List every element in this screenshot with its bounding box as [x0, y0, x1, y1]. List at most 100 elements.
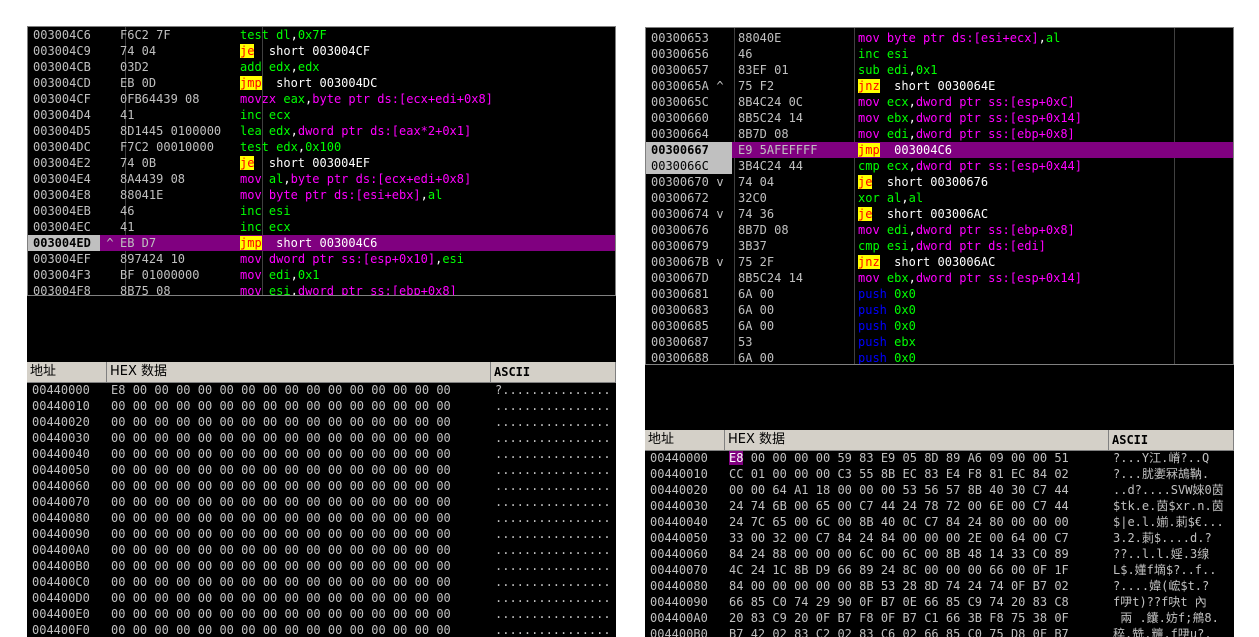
hex-byte[interactable]: 00: [903, 531, 917, 545]
instruction-address[interactable]: 003004D4: [28, 107, 100, 123]
hex-byte[interactable]: C7: [1054, 531, 1068, 545]
hex-byte[interactable]: 0F: [881, 611, 895, 625]
dump-address[interactable]: 00440050: [32, 463, 90, 478]
hex-byte[interactable]: 83: [794, 627, 808, 637]
hex-byte[interactable]: 00: [371, 399, 385, 413]
hex-byte[interactable]: 00: [306, 543, 320, 557]
hex-byte[interactable]: D8: [1011, 627, 1025, 637]
hex-byte[interactable]: 00: [219, 479, 233, 493]
dump-address[interactable]: 00440000: [32, 383, 90, 398]
dump-row[interactable]: 00440020 00 00 64 A1 18 00 00 00 53 56 57…: [645, 483, 1234, 498]
instruction-address[interactable]: 00300657: [646, 62, 732, 78]
hex-byte[interactable]: F8: [968, 467, 982, 481]
hex-byte[interactable]: 00: [436, 431, 450, 445]
hex-byte[interactable]: 00: [393, 591, 407, 605]
hex-byte[interactable]: 75: [989, 627, 1003, 637]
dump-address[interactable]: 00440040: [32, 447, 90, 462]
hex-byte[interactable]: 00: [219, 575, 233, 589]
hex-byte[interactable]: 00: [263, 431, 277, 445]
hex-byte[interactable]: 66: [924, 627, 938, 637]
instruction-address[interactable]: 003004EB: [28, 203, 100, 219]
hex-byte[interactable]: 00: [350, 575, 364, 589]
hex-byte[interactable]: 00: [837, 483, 851, 497]
hex-byte[interactable]: 00: [263, 623, 277, 637]
right-dump-pane[interactable]: 地址 HEX 数据 ASCII 00440000 E8 00 00 00 00 5…: [645, 430, 1234, 637]
dump-hex-bytes[interactable]: 20 83 C9 20 0F B7 F8 0F B7 C1 66 3B F8 7…: [729, 611, 1069, 626]
hex-byte[interactable]: 00: [328, 559, 342, 573]
hex-byte[interactable]: 00: [306, 479, 320, 493]
hex-byte[interactable]: 00: [350, 495, 364, 509]
instruction-address[interactable]: 003004F3: [28, 267, 100, 283]
dump-row[interactable]: 00440050 00 00 00 00 00 00 00 00 00 00 00…: [27, 463, 616, 478]
instruction-text[interactable]: mov byte ptr ds:[esi+ecx],al: [858, 30, 1060, 46]
hex-byte[interactable]: 00: [393, 495, 407, 509]
dump-ascii[interactable]: f吚t)??f吷t 內: [1113, 595, 1207, 610]
dump-row[interactable]: 00440030 00 00 00 00 00 00 00 00 00 00 00…: [27, 431, 616, 446]
hex-byte[interactable]: 00: [1011, 499, 1025, 513]
instruction-address[interactable]: 003004D5: [28, 123, 100, 139]
hex-byte[interactable]: 00: [176, 383, 190, 397]
dump-row[interactable]: 004400B0 B7 42 02 83 C2 02 83 C6 02 66 85…: [645, 627, 1234, 637]
hex-byte[interactable]: 00: [306, 607, 320, 621]
hex-byte[interactable]: 00: [350, 607, 364, 621]
hex-byte[interactable]: 02: [903, 627, 917, 637]
hex-byte[interactable]: 00: [946, 531, 960, 545]
hex-byte[interactable]: 00: [436, 383, 450, 397]
hex-byte[interactable]: 00: [837, 515, 851, 529]
hex-byte[interactable]: 00: [176, 447, 190, 461]
disasm-row[interactable]: 003004CB 03D2 add edx,edx: [28, 59, 615, 75]
hex-byte[interactable]: 00: [133, 607, 147, 621]
hex-byte[interactable]: 00: [154, 479, 168, 493]
dump-row[interactable]: 004400A0 00 00 00 00 00 00 00 00 00 00 00…: [27, 543, 616, 558]
disasm-row[interactable]: 0030065A ^ 75 F2 jnz short 0030064E: [646, 78, 1233, 94]
hex-byte[interactable]: 00: [306, 511, 320, 525]
hex-byte[interactable]: 00: [350, 559, 364, 573]
dump-ascii[interactable]: ................: [495, 543, 611, 558]
hex-byte[interactable]: 00: [328, 447, 342, 461]
dump-address[interactable]: 00440050: [650, 531, 708, 546]
hex-byte[interactable]: 33: [1011, 547, 1025, 561]
left-dump-pane[interactable]: 地址 HEX 数据 ASCII 00440000 E8 00 00 00 00 0…: [27, 362, 616, 637]
hex-byte[interactable]: 00: [176, 527, 190, 541]
hex-byte[interactable]: 00: [371, 431, 385, 445]
instruction-text[interactable]: jmp short 003004C6: [240, 235, 377, 251]
hex-byte[interactable]: 00: [263, 511, 277, 525]
hex-byte[interactable]: 00: [837, 579, 851, 593]
hex-byte[interactable]: 00: [133, 415, 147, 429]
hex-byte[interactable]: 00: [263, 591, 277, 605]
hex-byte[interactable]: 00: [198, 495, 212, 509]
hex-byte[interactable]: 00: [176, 495, 190, 509]
hex-byte[interactable]: 00: [989, 531, 1003, 545]
hex-byte[interactable]: 20: [1011, 595, 1025, 609]
dump-hex-bytes[interactable]: 00 00 00 00 00 00 00 00 00 00 00 00 00 0…: [111, 559, 451, 574]
dump-row[interactable]: 004400E0 00 00 00 00 00 00 00 00 00 00 00…: [27, 607, 616, 622]
hex-byte[interactable]: 66: [989, 563, 1003, 577]
hex-byte[interactable]: 00: [154, 575, 168, 589]
dump-address[interactable]: 00440060: [32, 479, 90, 494]
dump-row[interactable]: 00440020 00 00 00 00 00 00 00 00 00 00 00…: [27, 415, 616, 430]
dump-ascii[interactable]: L$.嬞f墑$?..f..: [1113, 563, 1216, 578]
hex-byte[interactable]: 00: [133, 591, 147, 605]
hex-byte[interactable]: 00: [285, 623, 299, 637]
dump-address[interactable]: 00440030: [32, 431, 90, 446]
dump-ascii[interactable]: ?....媁(峵$t.?: [1113, 579, 1209, 594]
disasm-row[interactable]: 00300681 6A 00 push 0x0: [646, 286, 1233, 302]
hex-byte[interactable]: 00: [176, 479, 190, 493]
hex-byte[interactable]: 00: [263, 447, 277, 461]
hex-byte[interactable]: 00: [111, 447, 125, 461]
hex-byte[interactable]: 00: [772, 451, 786, 465]
hex-byte[interactable]: 00: [285, 463, 299, 477]
hex-byte[interactable]: 00: [219, 527, 233, 541]
instruction-address[interactable]: 003004EC: [28, 219, 100, 235]
dump-address[interactable]: 00440020: [32, 415, 90, 430]
hex-byte[interactable]: 00: [350, 463, 364, 477]
hex-byte[interactable]: 00: [263, 543, 277, 557]
hex-byte[interactable]: 00: [176, 399, 190, 413]
dump-hex-bytes[interactable]: 00 00 00 00 00 00 00 00 00 00 00 00 00 0…: [111, 543, 451, 558]
dump-hex-bytes[interactable]: 00 00 00 00 00 00 00 00 00 00 00 00 00 0…: [111, 431, 451, 446]
hex-byte[interactable]: 00: [154, 431, 168, 445]
dump-address[interactable]: 004400F0: [32, 623, 90, 637]
hex-byte[interactable]: 00: [436, 399, 450, 413]
hex-byte[interactable]: 00: [241, 607, 255, 621]
hex-byte[interactable]: 00: [285, 575, 299, 589]
